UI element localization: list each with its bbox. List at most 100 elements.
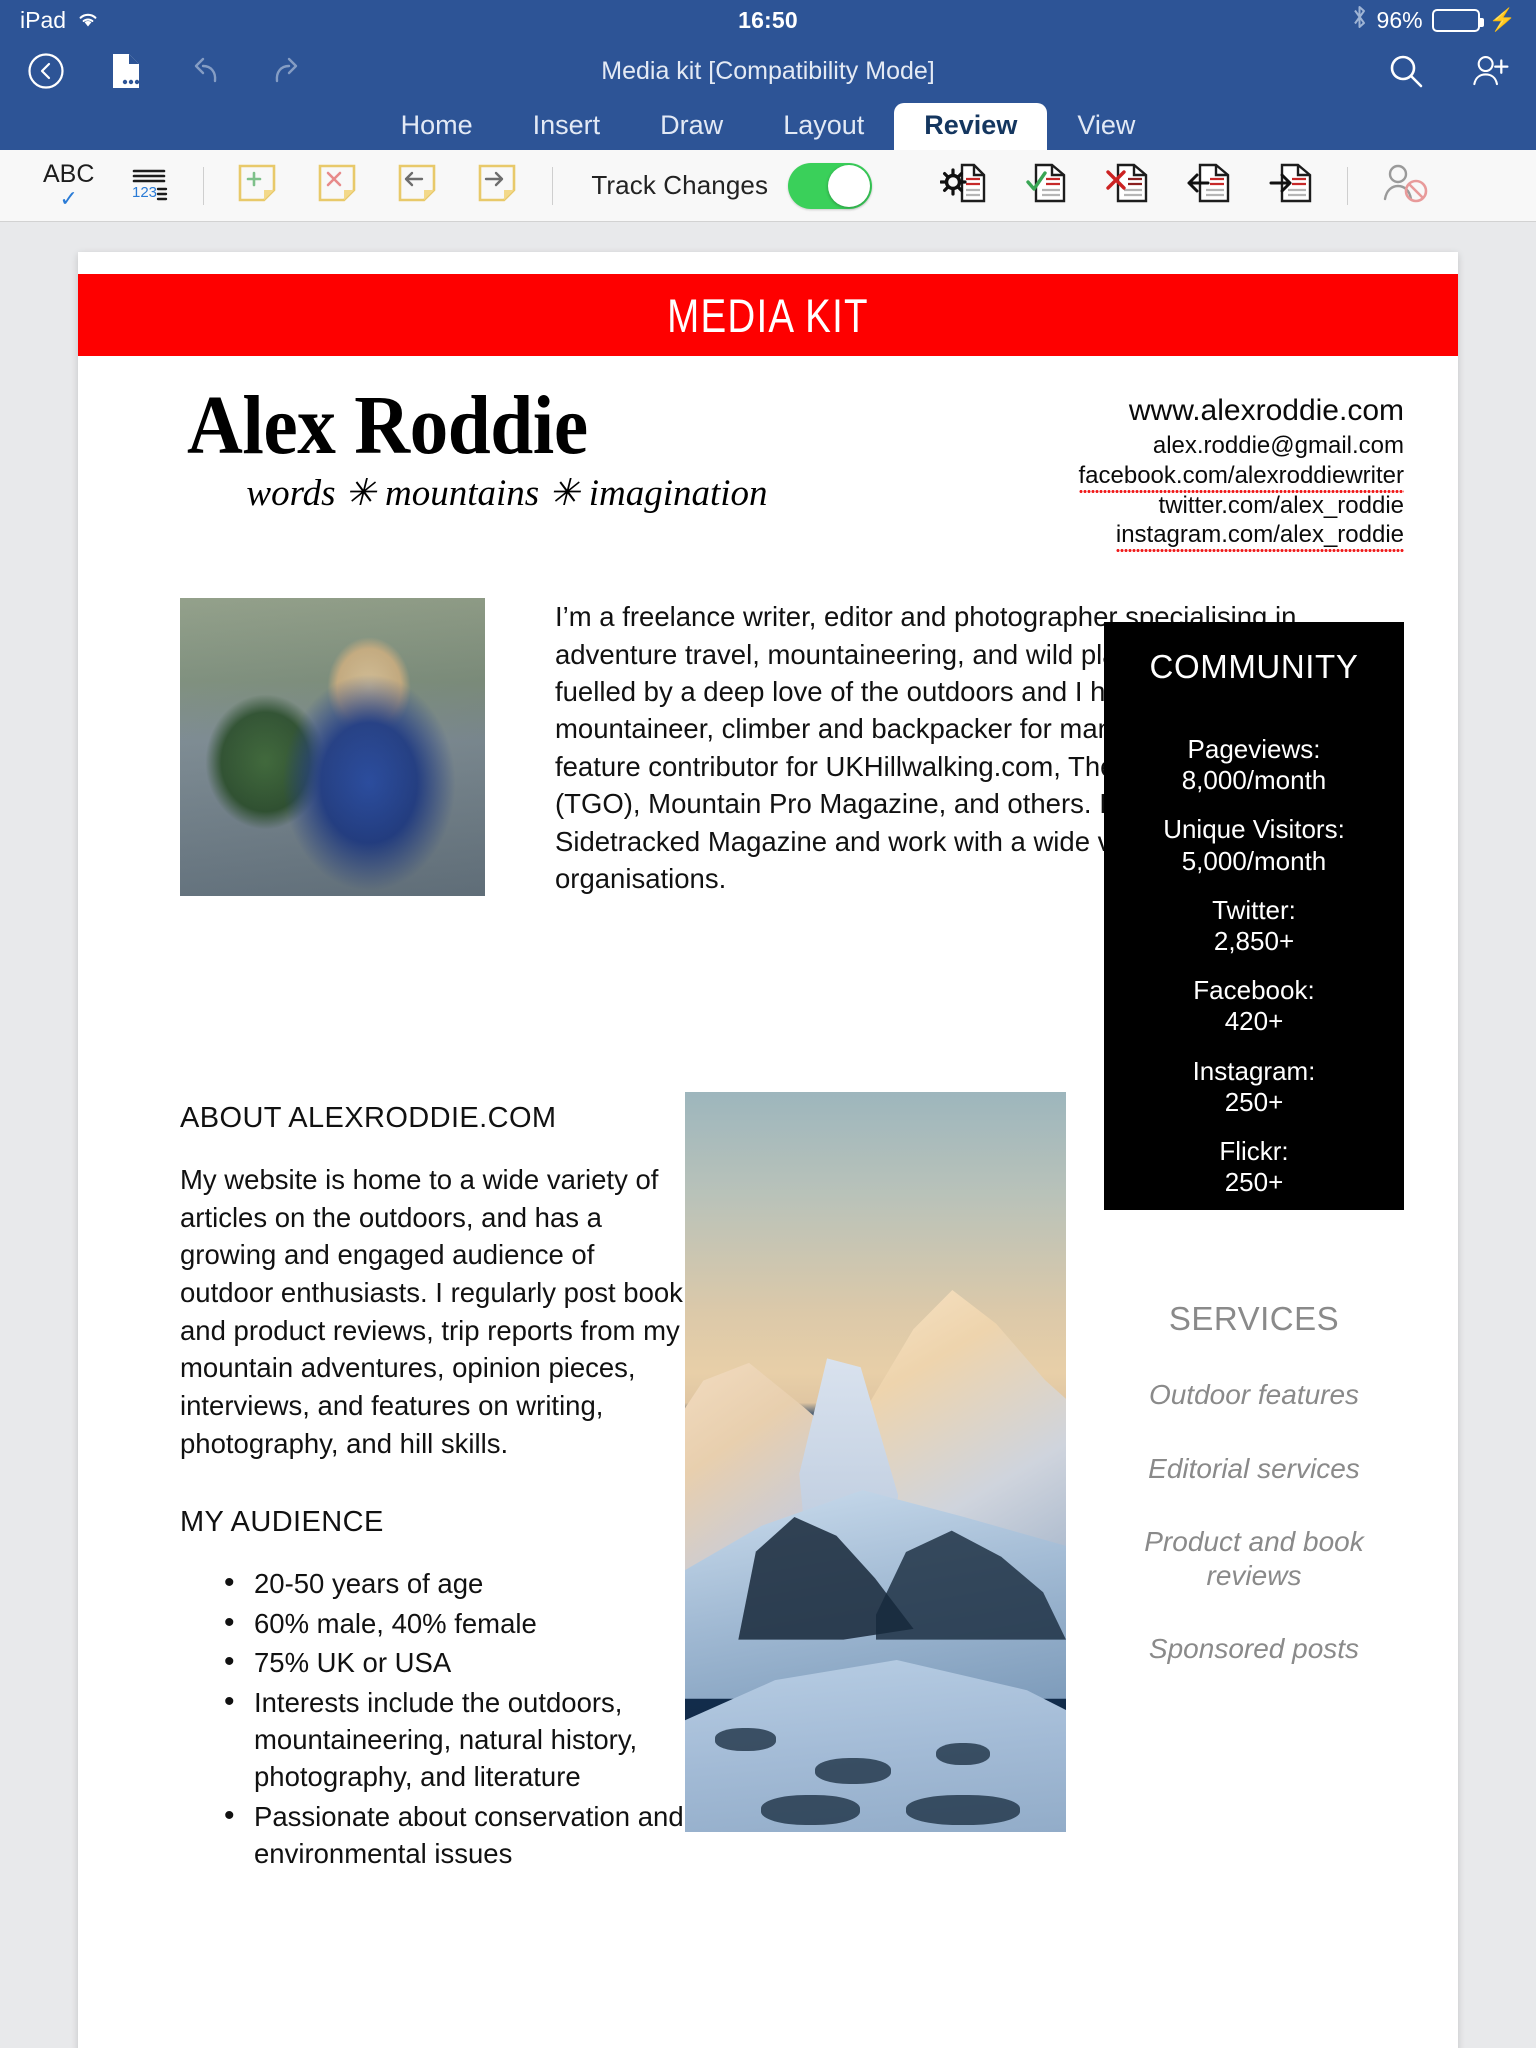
next-change-button[interactable] bbox=[1251, 150, 1333, 222]
stat-value: 250+ bbox=[1224, 1086, 1284, 1117]
block-authors-button[interactable] bbox=[1362, 150, 1446, 222]
banner-title: MEDIA KIT bbox=[667, 288, 869, 342]
file-options-icon[interactable] bbox=[106, 51, 146, 91]
community-stat-pageviews: Pageviews: 8,000/month bbox=[1118, 734, 1390, 796]
app-navigation-bar: Media kit [Compatibility Mode] bbox=[0, 40, 1536, 102]
new-comment-button[interactable] bbox=[218, 150, 298, 222]
toggle-knob bbox=[828, 164, 871, 207]
media-kit-banner: MEDIA KIT bbox=[78, 274, 1458, 356]
contact-website: www.alexroddie.com bbox=[1128, 394, 1404, 427]
next-change-icon bbox=[1268, 160, 1316, 211]
community-heading: COMMUNITY bbox=[1149, 648, 1359, 685]
delete-comment-icon bbox=[315, 162, 361, 209]
reject-change-icon bbox=[1104, 160, 1152, 211]
clock: 16:50 bbox=[738, 6, 798, 33]
add-person-icon[interactable] bbox=[1470, 51, 1510, 91]
block-authors-icon bbox=[1379, 161, 1429, 210]
spelling-check-button[interactable]: ABC ✓ bbox=[26, 150, 111, 222]
word-count-icon: 123 bbox=[128, 161, 172, 210]
brand-logo: Alex Roddie words ✳ mountains ✳ imaginat… bbox=[132, 379, 1074, 515]
track-changes-toggle[interactable] bbox=[788, 162, 873, 209]
community-stat-unique-visitors: Unique Visitors: 5,000/month bbox=[1118, 814, 1390, 876]
tab-layout[interactable]: Layout bbox=[753, 103, 894, 150]
previous-comment-button[interactable] bbox=[378, 150, 458, 222]
contact-email: alex.roddie@gmail.com bbox=[1152, 432, 1404, 460]
spelling-check-mark: ✓ bbox=[59, 185, 78, 211]
contact-facebook: facebook.com/alexroddiewriter bbox=[1074, 461, 1404, 493]
tab-draw[interactable]: Draw bbox=[630, 103, 753, 150]
undo-arrow-icon[interactable] bbox=[186, 51, 226, 91]
contact-details: www.alexroddie.com alex.roddie@gmail.com… bbox=[1074, 386, 1404, 553]
service-item: Editorial services bbox=[1148, 1452, 1360, 1484]
document-header-row: Alex Roddie words ✳ mountains ✳ imaginat… bbox=[132, 379, 1404, 553]
contact-twitter: twitter.com/alex_roddie bbox=[1158, 491, 1404, 519]
new-comment-icon bbox=[235, 162, 281, 209]
tab-view[interactable]: View bbox=[1047, 103, 1165, 150]
battery-icon bbox=[1431, 8, 1484, 32]
tab-home[interactable]: Home bbox=[371, 103, 503, 150]
search-icon[interactable] bbox=[1386, 51, 1426, 91]
service-item: Product and book reviews bbox=[1144, 1526, 1364, 1591]
contact-instagram: instagram.com/alex_roddie bbox=[1074, 520, 1404, 553]
delete-comment-button[interactable] bbox=[298, 150, 378, 222]
document-page[interactable]: MEDIA KIT Alex Roddie words ✳ mountains … bbox=[78, 252, 1458, 2048]
next-comment-button[interactable] bbox=[458, 150, 538, 222]
accept-change-button[interactable] bbox=[1005, 150, 1087, 222]
tab-insert[interactable]: Insert bbox=[503, 103, 631, 150]
lightning-bolt-icon: ⚡ bbox=[1488, 7, 1516, 32]
stat-value: 250+ bbox=[1224, 1167, 1284, 1198]
spelling-check-icon: ABC ✓ bbox=[43, 159, 95, 211]
navbar-right-actions bbox=[1386, 51, 1510, 91]
spelling-abc-label: ABC bbox=[43, 159, 95, 188]
brand-tagline: words ✳ mountains ✳ imagination bbox=[246, 472, 768, 514]
battery-percent: 96% bbox=[1376, 6, 1423, 33]
markup-options-button[interactable] bbox=[923, 150, 1005, 222]
reject-change-button[interactable] bbox=[1087, 150, 1169, 222]
bluetooth-icon bbox=[1351, 4, 1368, 36]
community-stat-facebook: Facebook: 420+ bbox=[1118, 975, 1390, 1037]
stat-value: 420+ bbox=[1224, 1006, 1284, 1037]
stat-label: Flickr: bbox=[1219, 1135, 1289, 1166]
toolbar-divider-2 bbox=[552, 166, 554, 205]
audience-heading: MY AUDIENCE bbox=[180, 1506, 384, 1539]
markup-options-icon bbox=[939, 160, 988, 211]
track-changes-group: Track Changes bbox=[567, 150, 889, 222]
track-changes-label: Track Changes bbox=[591, 170, 769, 200]
portrait-photo bbox=[180, 598, 485, 897]
word-count-button[interactable]: 123 bbox=[111, 150, 189, 222]
services-heading: SERVICES bbox=[1168, 1300, 1340, 1337]
stat-value: 5,000/month bbox=[1181, 845, 1327, 876]
community-stat-instagram: Instagram: 250+ bbox=[1118, 1056, 1390, 1118]
previous-change-button[interactable] bbox=[1169, 150, 1251, 222]
accept-change-icon bbox=[1022, 160, 1070, 211]
about-body: My website is home to a wide variety of … bbox=[180, 1164, 683, 1459]
review-ribbon-toolbar: ABC ✓ 123 Track Changes bbox=[0, 150, 1536, 222]
left-content-column: ABOUT ALEXRODDIE.COM My website is home … bbox=[180, 1102, 695, 1875]
stat-label: Pageviews: bbox=[1187, 734, 1321, 764]
mountain-photo bbox=[685, 1092, 1066, 1832]
list-item: 20-50 years of age bbox=[180, 1563, 695, 1604]
previous-change-icon bbox=[1186, 160, 1234, 211]
stat-label: Facebook: bbox=[1193, 975, 1315, 1006]
redo-arrow-icon[interactable] bbox=[266, 51, 306, 91]
document-canvas[interactable]: MEDIA KIT Alex Roddie words ✳ mountains … bbox=[0, 222, 1536, 2048]
list-item: 75% UK or USA bbox=[180, 1642, 695, 1683]
stat-label: Unique Visitors: bbox=[1163, 814, 1345, 845]
back-arrow-circle-icon[interactable] bbox=[26, 51, 66, 91]
tab-review[interactable]: Review bbox=[894, 102, 1048, 150]
next-comment-icon bbox=[475, 162, 521, 209]
list-item: Passionate about conservation and enviro… bbox=[180, 1796, 695, 1873]
community-panel: COMMUNITY Pageviews: 8,000/month Unique … bbox=[1104, 622, 1404, 1210]
list-item: 60% male, 40% female bbox=[180, 1603, 695, 1644]
stat-label: Instagram: bbox=[1192, 1055, 1316, 1086]
services-panel: SERVICES Outdoor features Editorial serv… bbox=[1104, 1300, 1404, 1706]
list-item: Interests include the outdoors, mountain… bbox=[180, 1682, 695, 1796]
previous-comment-icon bbox=[395, 162, 441, 209]
stat-value: 8,000/month bbox=[1181, 765, 1327, 796]
service-item: Outdoor features bbox=[1148, 1379, 1360, 1410]
about-heading: ABOUT ALEXRODDIE.COM bbox=[180, 1102, 557, 1134]
toolbar-divider-3 bbox=[1347, 166, 1349, 205]
audience-list: 20-50 years of age 60% male, 40% female … bbox=[180, 1563, 695, 1873]
brand-name: Alex Roddie bbox=[187, 379, 588, 472]
service-item: Sponsored posts bbox=[1148, 1633, 1360, 1665]
